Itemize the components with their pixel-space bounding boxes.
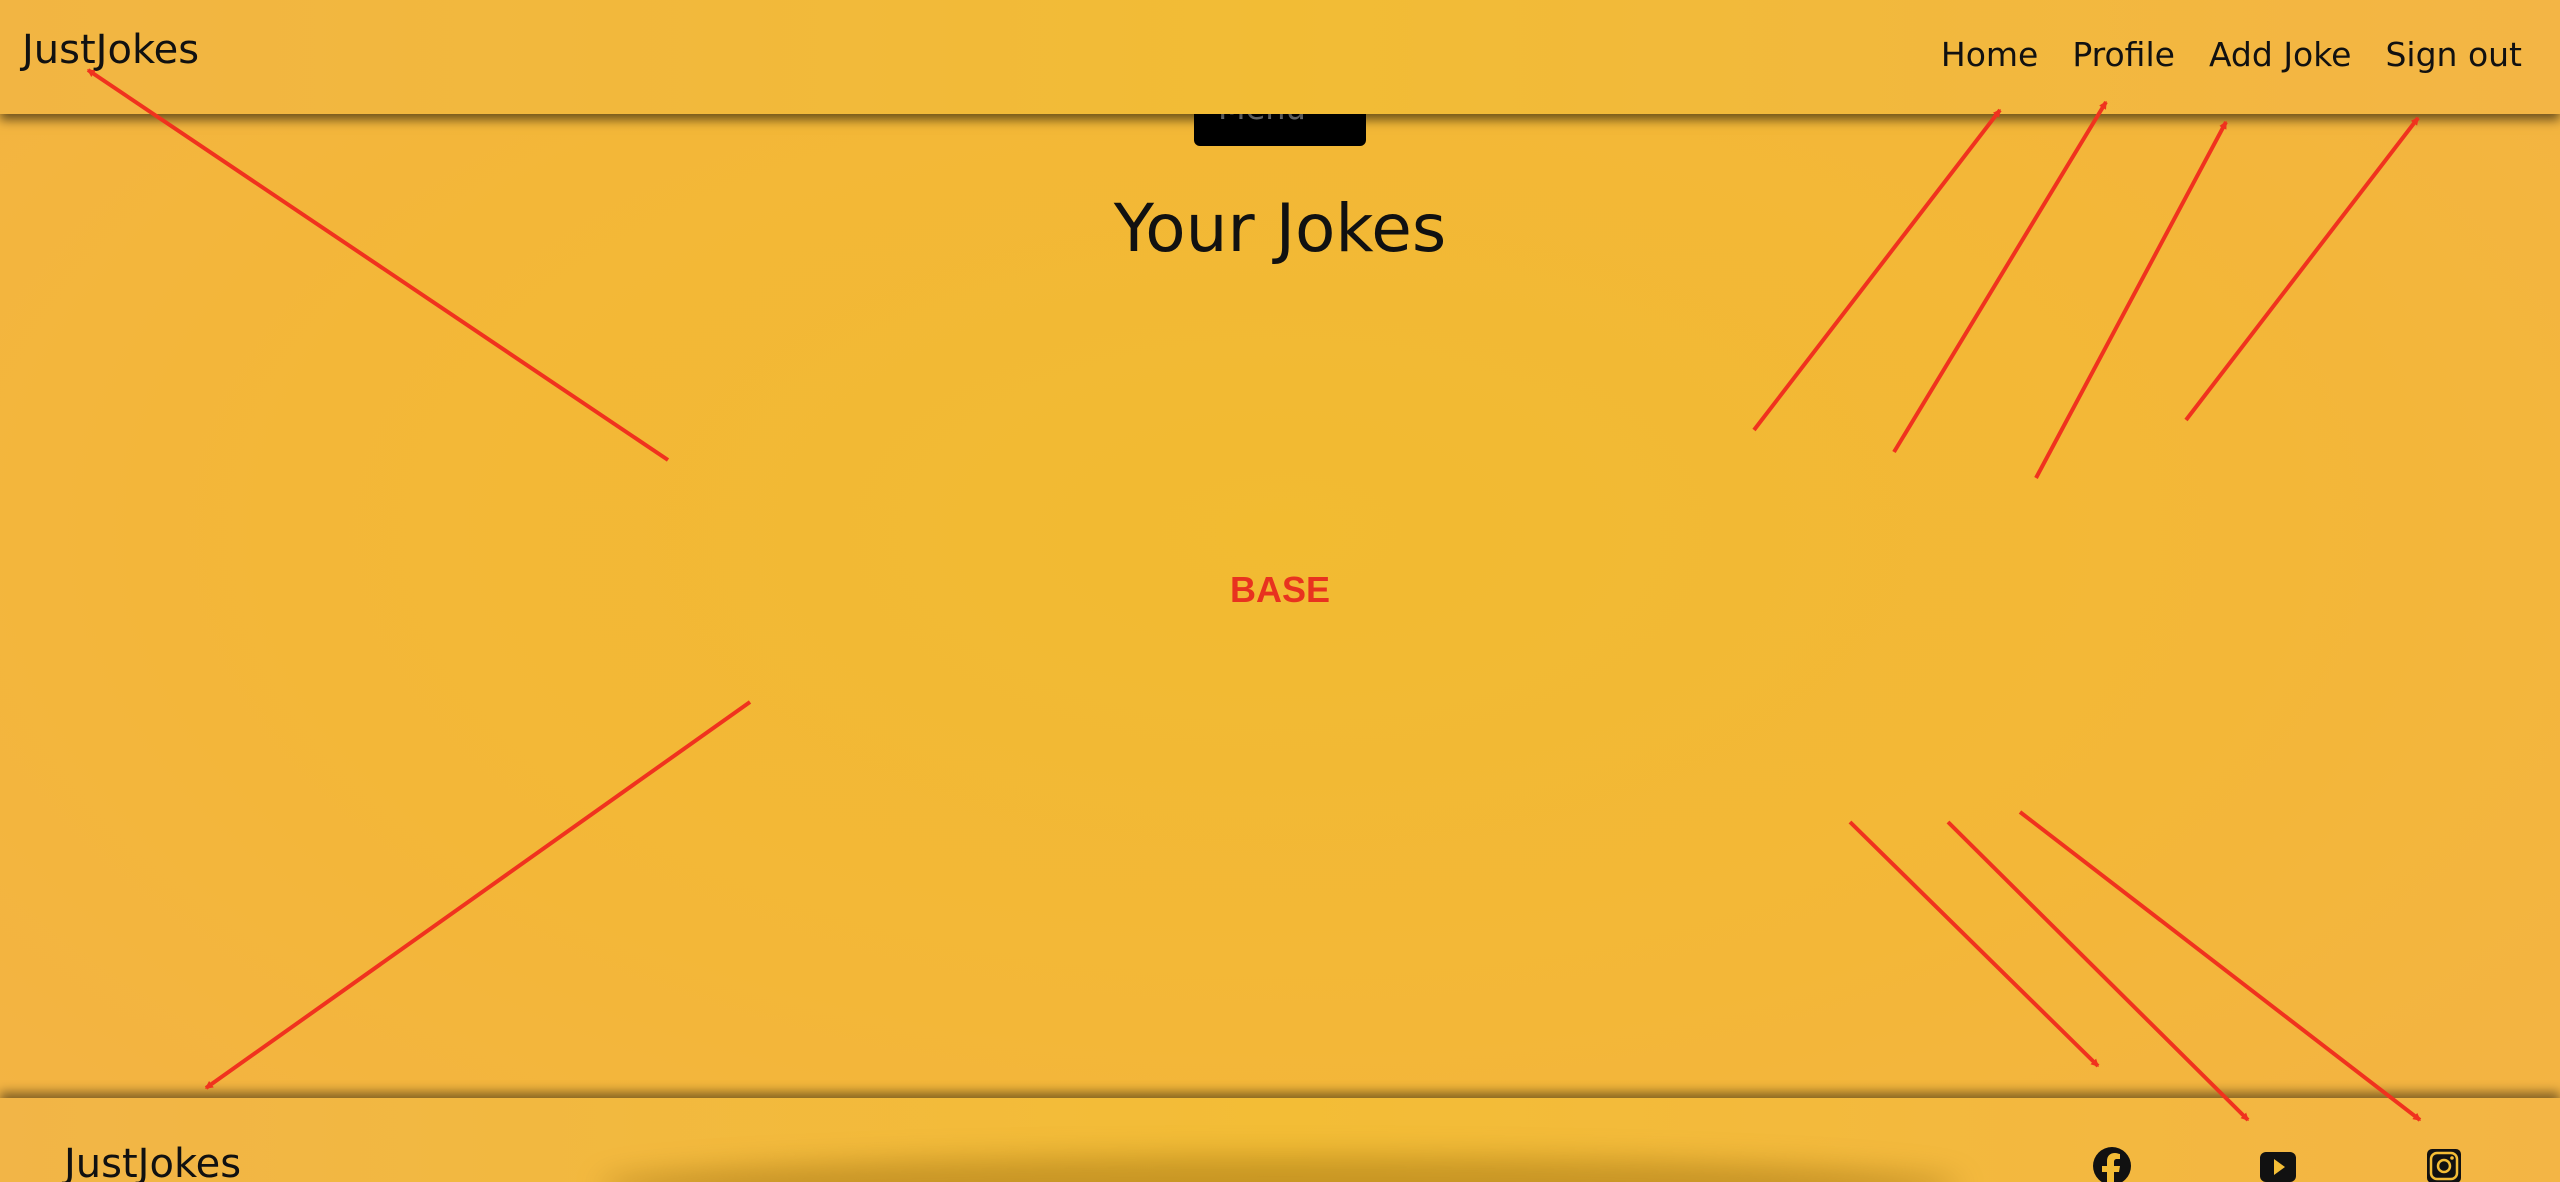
brand-logo[interactable]: JustJokes — [22, 30, 199, 70]
arrow-to-add-joke — [2034, 120, 2228, 479]
nav-profile-link[interactable]: Profile — [2072, 38, 2175, 71]
nav-add-joke-link[interactable]: Add Joke — [2209, 38, 2352, 71]
facebook-icon[interactable] — [2092, 1146, 2132, 1182]
base-annotation: BASE — [1229, 569, 1331, 610]
footer-brand: JustJokes — [64, 1141, 242, 1182]
arrow-to-instagram — [2018, 810, 2422, 1122]
navbar: JustJokes Home Profile Add Joke Sign out — [0, 0, 2560, 114]
youtube-icon[interactable] — [2258, 1146, 2298, 1182]
arrow-to-brand — [86, 68, 670, 462]
nav-home-link[interactable]: Home — [1941, 38, 2038, 71]
footer-shadow — [600, 1156, 1960, 1182]
arrow-to-home — [1752, 108, 2002, 432]
nav-sign-out-link[interactable]: Sign out — [2385, 38, 2522, 71]
arrow-to-profile — [1892, 100, 2108, 454]
page-title: Your Jokes — [1113, 190, 1447, 267]
arrow-to-footer-brand — [204, 700, 752, 1090]
arrow-to-youtube — [1946, 820, 2250, 1122]
instagram-icon[interactable] — [2424, 1146, 2464, 1182]
nav-links: Home Profile Add Joke Sign out — [1941, 38, 2522, 71]
footer: JustJokes — [0, 1098, 2560, 1182]
arrow-to-sign-out — [2184, 116, 2420, 422]
arrow-to-facebook — [1848, 820, 2100, 1068]
